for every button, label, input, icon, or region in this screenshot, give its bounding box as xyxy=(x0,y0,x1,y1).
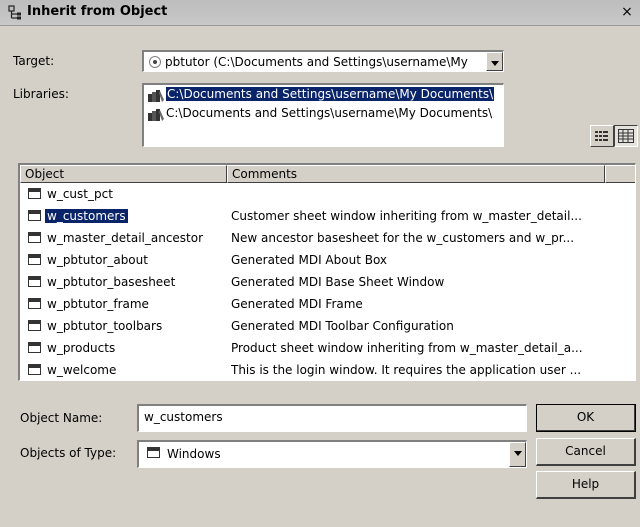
target-label: Target: xyxy=(13,54,55,68)
list-view-button[interactable] xyxy=(590,125,614,147)
object-name-label: Object Name: xyxy=(20,411,103,425)
object-comment: Generated MDI Frame xyxy=(231,297,363,311)
window-icon xyxy=(28,210,41,221)
window-icon xyxy=(28,276,41,287)
help-button[interactable]: Help xyxy=(536,471,636,499)
window-icon xyxy=(28,254,41,265)
window-icon xyxy=(28,232,41,243)
object-name: w_cust_pct xyxy=(47,187,113,201)
objects-of-type-dropdown[interactable]: Windows xyxy=(137,440,527,468)
object-comment: Generated MDI About Box xyxy=(231,253,388,267)
close-button[interactable]: × xyxy=(618,4,636,21)
window-icon xyxy=(28,342,41,353)
library-icon xyxy=(148,109,164,121)
table-row[interactable]: w_pbtutor_frame Generated MDI Frame xyxy=(20,294,635,316)
table-row[interactable]: w_pbtutor_about Generated MDI About Box xyxy=(20,250,635,272)
library-path: C:\Documents and Settings\username\My Do… xyxy=(166,87,495,101)
object-comment: Product sheet window inheriting from w_m… xyxy=(231,341,583,355)
list-view-icon xyxy=(595,131,608,141)
title-bar: Inherit from Object × xyxy=(0,0,640,26)
window-icon xyxy=(28,188,41,199)
objects-of-type-value: Windows xyxy=(167,447,221,461)
object-comment: New ancestor basesheet for the w_custome… xyxy=(231,231,575,245)
window-icon xyxy=(28,320,41,331)
dialog-title: Inherit from Object xyxy=(27,4,168,19)
object-name: w_pbtutor_frame xyxy=(47,297,149,311)
libraries-label: Libraries: xyxy=(13,87,69,101)
window-icon xyxy=(28,364,41,375)
column-header-filler xyxy=(605,165,635,183)
object-list[interactable]: Object Comments w_cust_pct w_customers C… xyxy=(18,163,636,381)
object-comment: Generated MDI Toolbar Configuration xyxy=(231,319,454,333)
library-icon xyxy=(148,90,164,102)
column-header-comments[interactable]: Comments xyxy=(227,165,605,183)
object-comment: Generated MDI Base Sheet Window xyxy=(231,275,445,289)
table-row[interactable]: w_master_detail_ancestor New ancestor ba… xyxy=(20,228,635,250)
ok-button[interactable]: OK xyxy=(536,404,636,432)
window-icon xyxy=(147,447,160,458)
table-row[interactable]: w_products Product sheet window inheriti… xyxy=(20,338,635,360)
chevron-down-icon[interactable] xyxy=(486,52,503,71)
library-path: C:\Documents and Settings\username\My Do… xyxy=(166,106,493,120)
object-name-input[interactable]: w_customers xyxy=(137,404,527,432)
table-row[interactable]: w_customers Customer sheet window inheri… xyxy=(20,206,635,228)
target-dropdown[interactable]: pbtutor (C:\Documents and Settings\usern… xyxy=(142,50,504,72)
object-name: w_master_detail_ancestor xyxy=(47,231,204,245)
objects-of-type-label: Objects of Type: xyxy=(20,446,117,460)
object-name: w_welcome xyxy=(47,363,117,377)
target-value: pbtutor (C:\Documents and Settings\usern… xyxy=(165,55,468,69)
column-header-object[interactable]: Object xyxy=(20,165,227,183)
object-name: w_products xyxy=(47,341,116,355)
target-radio-icon xyxy=(149,56,161,68)
table-row[interactable]: w_welcome This is the login window. It r… xyxy=(20,360,635,380)
inherit-icon xyxy=(8,5,21,20)
object-name: w_pbtutor_toolbars xyxy=(47,319,163,333)
object-comment: This is the login window. It requires th… xyxy=(231,363,582,377)
details-view-button[interactable] xyxy=(614,125,638,147)
table-row[interactable]: w_cust_pct xyxy=(20,184,635,206)
object-name: w_customers xyxy=(45,209,128,223)
object-name: w_pbtutor_basesheet xyxy=(47,275,176,289)
chevron-down-icon[interactable] xyxy=(509,442,526,467)
cancel-button[interactable]: Cancel xyxy=(536,438,636,466)
object-name: w_pbtutor_about xyxy=(47,253,148,267)
libraries-list[interactable]: C:\Documents and Settings\username\My Do… xyxy=(142,83,504,147)
details-view-icon xyxy=(618,129,634,143)
list-header: Object Comments xyxy=(20,165,635,183)
window-icon xyxy=(28,298,41,309)
table-row[interactable]: w_pbtutor_toolbars Generated MDI Toolbar… xyxy=(20,316,635,338)
object-comment: Customer sheet window inheriting from w_… xyxy=(231,209,582,223)
table-row[interactable]: w_pbtutor_basesheet Generated MDI Base S… xyxy=(20,272,635,294)
